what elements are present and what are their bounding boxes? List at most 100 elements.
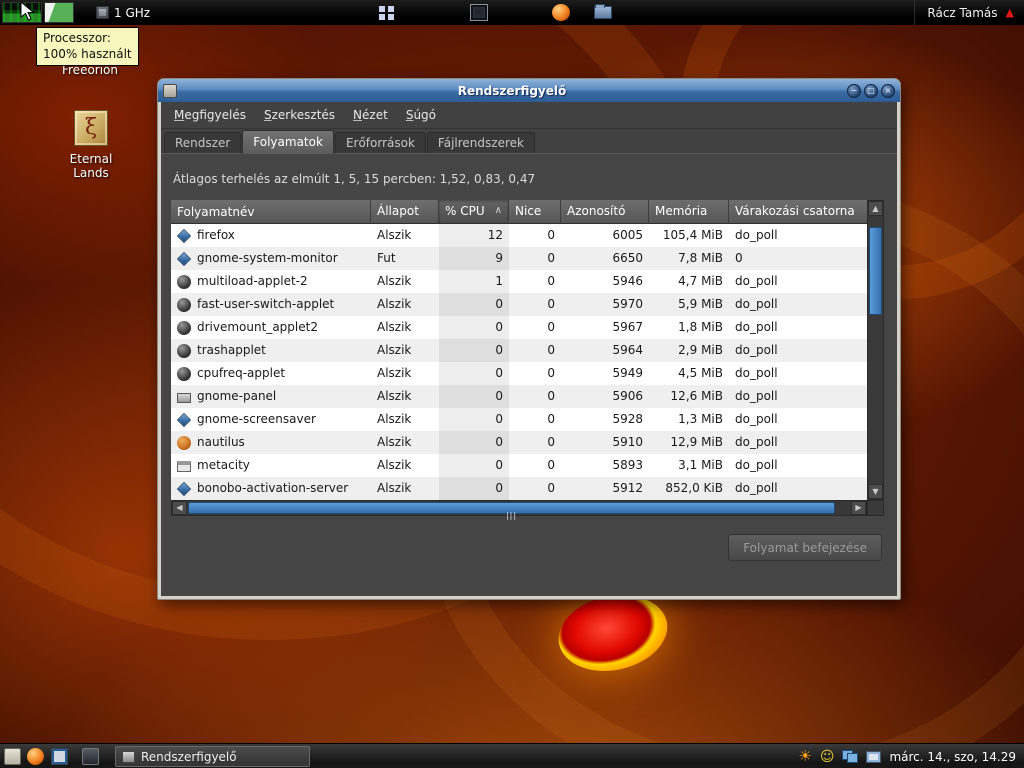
horizontal-scroll-thumb[interactable]: ||| (188, 502, 835, 520)
clock[interactable]: márc. 14., szo, 14.29 (889, 750, 1016, 764)
process-row[interactable]: trashapplet Alszik 0 0 5964 2,9 MiB do_p… (171, 339, 867, 362)
menu-szerkesztes[interactable]: Szerkesztés (255, 103, 344, 127)
user-name-label: Rácz Tamás (927, 5, 998, 20)
process-state: Fut (377, 251, 396, 265)
taskbar-window-button[interactable]: Rendszerfigyelő (115, 746, 310, 767)
status-face-tray-icon[interactable]: ☺ (820, 750, 835, 764)
window-content: Megfigyelés Szerkesztés Nézet Súgó Rends… (161, 102, 897, 596)
column-header-process-name[interactable]: Folyamatnév (171, 200, 371, 224)
screen-taskbar-icon[interactable] (51, 748, 68, 765)
scroll-up-button[interactable]: ▲ (868, 201, 883, 216)
process-cpu: 0 (439, 431, 509, 454)
process-cpu: 1 (439, 270, 509, 293)
display-launcher-icon[interactable] (470, 4, 488, 21)
process-row[interactable]: gnome-screensaver Alszik 0 0 5928 1,3 Mi… (171, 408, 867, 431)
load-average-text: Átlagos terhelés az elmúlt 1, 5, 15 perc… (173, 172, 536, 186)
mouse-cursor (20, 1, 35, 21)
user-switcher-applet[interactable]: Rácz Tamás ▲ (914, 0, 1018, 25)
maximize-button[interactable]: □ (864, 83, 878, 98)
tab-fajlrendszerek[interactable]: Fájlrendszerek (426, 132, 535, 153)
scroll-left-button[interactable]: ◀ (172, 501, 187, 515)
process-row[interactable]: cpufreq-applet Alszik 0 0 5949 4,5 MiB d… (171, 362, 867, 385)
process-row[interactable]: multiload-applet-2 Alszik 1 0 5946 4,7 M… (171, 270, 867, 293)
tooltip-line1: Processzor: (43, 31, 111, 45)
window-title: Rendszerfigyelő (457, 83, 567, 98)
process-id: 5946 (612, 274, 643, 288)
process-icon (177, 297, 191, 312)
process-memory: 7,8 MiB (678, 251, 723, 265)
process-memory: 852,0 KiB (665, 481, 723, 495)
process-row[interactable]: gnome-system-monitor Fut 9 0 6650 7,8 Mi… (171, 247, 867, 270)
end-process-button[interactable]: Folyamat befejezése (728, 534, 882, 561)
process-memory: 105,4 MiB (662, 228, 723, 242)
process-row[interactable]: nautilus Alszik 0 0 5910 12,9 MiB do_pol… (171, 431, 867, 454)
desktop-icon-eternal-lands[interactable]: Eternal Lands (52, 110, 130, 180)
process-state: Alszik (377, 435, 412, 449)
process-state: Alszik (377, 366, 412, 380)
process-icon (177, 343, 191, 358)
file-manager-launcher-icon[interactable] (594, 4, 612, 19)
process-wchan: do_poll (735, 481, 778, 495)
cpufreq-applet[interactable]: 1 GHz (96, 3, 150, 22)
minimize-button[interactable]: − (847, 83, 861, 98)
firefox-launcher-icon[interactable] (552, 4, 570, 21)
horizontal-scrollbar[interactable]: ◀ ||| ▶ (171, 500, 867, 520)
close-button[interactable]: × (881, 83, 895, 98)
column-header-wchan[interactable]: Várakozási csatorna (729, 200, 867, 224)
top-panel: 1 GHz Rácz Tamás ▲ (0, 0, 1024, 25)
show-desktop-icon[interactable] (4, 748, 21, 765)
process-wchan: do_poll (735, 297, 778, 311)
process-row[interactable]: metacity Alszik 0 0 5893 3,1 MiB do_poll (171, 454, 867, 477)
process-wchan: do_poll (735, 412, 778, 426)
menu-sugo[interactable]: Súgó (397, 103, 445, 127)
vertical-scrollbar[interactable]: ▲ ▼ (867, 200, 884, 500)
process-id: 5964 (612, 343, 643, 357)
vertical-scroll-thumb[interactable] (869, 227, 882, 315)
process-nice: 0 (547, 251, 555, 265)
process-table: Folyamatnév Állapot % CPU ∧ Nice Azonosít… (171, 200, 884, 500)
tab-rendszer[interactable]: Rendszer (164, 132, 242, 153)
menu-nezet[interactable]: Nézet (344, 103, 397, 127)
process-wchan: do_poll (735, 366, 778, 380)
firefox-taskbar-icon[interactable] (27, 748, 44, 765)
process-row[interactable]: firefox Alszik 12 0 6005 105,4 MiB do_po… (171, 224, 867, 247)
process-row[interactable]: drivemount_applet2 Alszik 0 0 5967 1,8 M… (171, 316, 867, 339)
process-rows: firefox Alszik 12 0 6005 105,4 MiB do_po… (171, 224, 867, 500)
process-id: 5893 (612, 458, 643, 472)
process-id: 5910 (612, 435, 643, 449)
column-header-id[interactable]: Azonosító (561, 200, 649, 224)
process-name: gnome-system-monitor (197, 251, 338, 265)
window-menu-icon[interactable] (163, 83, 177, 98)
app-taskbar-icon[interactable] (82, 748, 99, 765)
column-header-nice[interactable]: Nice (509, 200, 561, 224)
brightness-tray-icon[interactable]: ☀ (798, 749, 811, 764)
process-state: Alszik (377, 389, 412, 403)
process-nice: 0 (547, 274, 555, 288)
column-header-memory[interactable]: Memória (649, 200, 729, 224)
process-state: Alszik (377, 228, 412, 242)
display-tray-icon[interactable] (866, 750, 882, 763)
process-icon (176, 251, 192, 266)
scroll-down-button[interactable]: ▼ (868, 484, 883, 499)
process-row[interactable]: bonobo-activation-server Alszik 0 0 5912… (171, 477, 867, 500)
menu-megfigyeles[interactable]: Megfigyelés (165, 103, 255, 127)
process-row[interactable]: gnome-panel Alszik 0 0 5906 12,6 MiB do_… (171, 385, 867, 408)
titlebar[interactable]: Rendszerfigyelő − □ × (158, 79, 900, 102)
scrollbar-corner (867, 500, 884, 516)
tab-eroforrasok[interactable]: Erőforrások (334, 132, 426, 153)
cpufreq-label: 1 GHz (114, 5, 151, 20)
memory-load-graph-applet[interactable] (44, 2, 74, 23)
system-monitor-icon (122, 750, 135, 763)
network-tray-icon[interactable] (842, 750, 859, 763)
process-id: 5928 (612, 412, 643, 426)
process-id: 5912 (612, 481, 643, 495)
process-id: 6650 (612, 251, 643, 265)
scroll-right-button[interactable]: ▶ (851, 501, 866, 515)
column-header-cpu[interactable]: % CPU ∧ (439, 200, 509, 224)
column-header-state[interactable]: Állapot (371, 200, 439, 224)
pager-grid-icon[interactable] (378, 4, 396, 21)
process-row[interactable]: fast-user-switch-applet Alszik 0 0 5970 … (171, 293, 867, 316)
tab-folyamatok[interactable]: Folyamatok (242, 130, 334, 154)
process-nice: 0 (547, 366, 555, 380)
desktop-icon-label: Eternal Lands (69, 152, 113, 180)
